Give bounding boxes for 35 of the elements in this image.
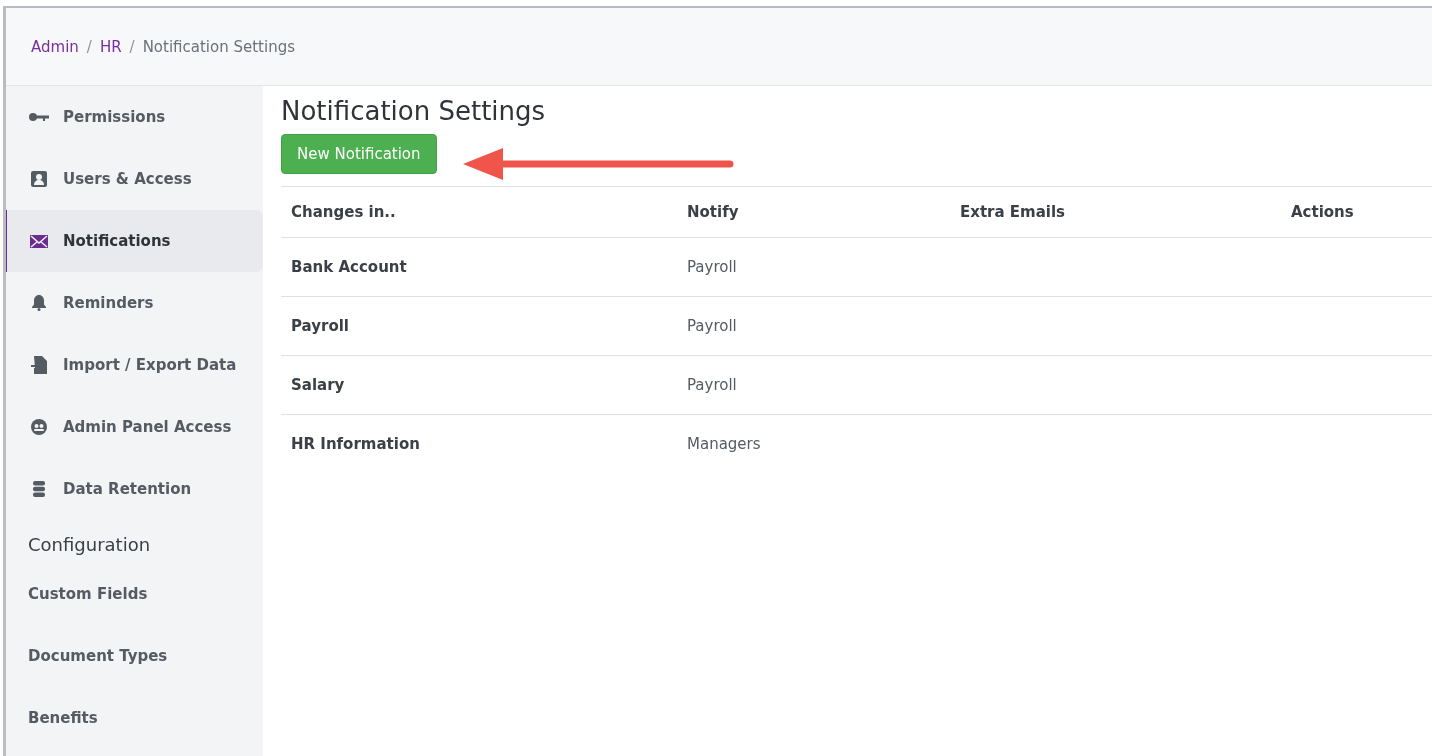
table-cell: Managers <box>677 414 950 473</box>
sidebar-item[interactable]: Import / Export Data <box>6 334 263 396</box>
sidebar-item[interactable]: Admin Panel Access <box>6 396 263 458</box>
column-header: Notify <box>677 186 950 238</box>
sidebar-item[interactable]: Data Retention <box>6 458 263 520</box>
column-header: Changes in.. <box>281 186 677 238</box>
sidebar-heading: Configuration <box>27 533 152 557</box>
column-header: Actions <box>1281 186 1432 238</box>
table-cell: Payroll <box>677 296 950 356</box>
table-cell: Payroll <box>281 296 677 356</box>
sidebar-item[interactable]: Permissions <box>6 86 263 148</box>
breadcrumb-separator: / <box>86 37 92 56</box>
column-header: Extra Emails <box>950 186 1281 238</box>
page-title: Notification Settings <box>281 96 547 126</box>
sidebar-item[interactable]: Document Types <box>6 625 263 687</box>
bell-icon <box>32 295 46 311</box>
table-cell: Payroll <box>677 237 950 297</box>
breadcrumb-link[interactable]: Admin <box>31 37 79 56</box>
database-icon <box>33 481 45 497</box>
table-cell: Bank Account <box>281 237 677 297</box>
key-icon <box>29 112 49 122</box>
table-cell: Salary <box>281 355 677 415</box>
breadcrumb-current: Notification Settings <box>142 37 295 56</box>
sidebar-item[interactable]: Reminders <box>6 272 263 334</box>
table-cell: HR Information <box>281 414 677 473</box>
sidebar-item[interactable]: Notifications <box>6 210 263 272</box>
breadcrumb-separator: / <box>129 37 135 56</box>
sidebar-item[interactable]: Users & Access <box>6 148 263 210</box>
file-import-icon <box>31 356 47 374</box>
sidebar-item[interactable]: Custom Fields <box>6 563 263 625</box>
table-cell: Payroll <box>677 355 950 415</box>
breadcrumb-link[interactable]: HR <box>99 37 122 56</box>
sidebar-item[interactable]: Benefits <box>6 687 263 749</box>
envelope-icon <box>30 234 48 248</box>
contact-card-icon <box>31 171 47 187</box>
